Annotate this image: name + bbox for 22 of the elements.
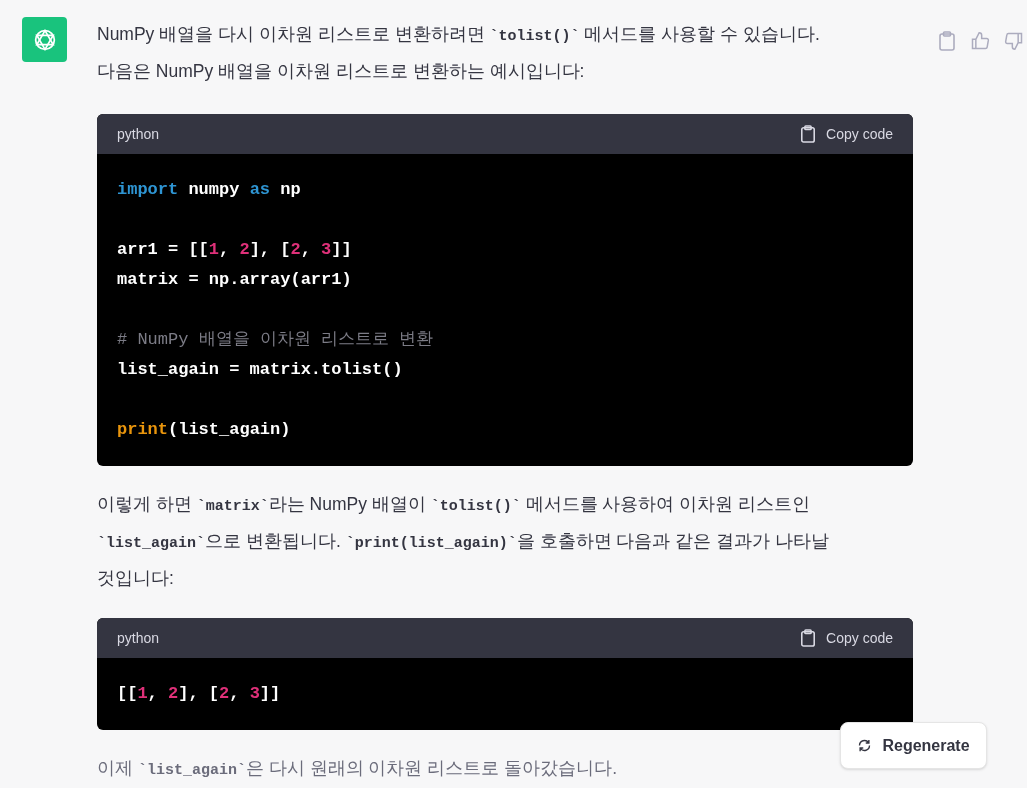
- clipboard-icon[interactable]: [938, 31, 956, 51]
- code-line: print(list_again): [117, 419, 291, 441]
- copy-code-button[interactable]: Copy code: [800, 627, 893, 649]
- code-line: matrix = np.array(arr1): [117, 269, 352, 291]
- thumbs-down-icon[interactable]: [1004, 31, 1024, 51]
- code-line: # NumPy 배열을 이차원 리스트로 변환: [117, 329, 434, 351]
- code-language: python: [117, 124, 160, 144]
- clipboard-icon: [800, 629, 817, 647]
- paragraph: NumPy 배열을 다시 이차원 리스트로 변환하려면 `tolist()` 메서드를 사용할 수 있습니다. 다음은 NumPy 배열을 이차원 리스트로 변환하는 예시입니다:: [97, 23, 821, 83]
- clipboard-icon: [800, 125, 817, 143]
- paragraph: 이제 `list_again`은 다시 원래의 이차원 리스트로 돌아갔습니다.: [97, 757, 618, 781]
- copy-code-button[interactable]: Copy code: [800, 123, 893, 145]
- paragraph: 이렇게 하면 `matrix`라는 NumPy 배열이 `tolist()` 메서드를 사용하여 이차원 리스트인 `list_again`으로 변환됩니다. `print(list_again)`을 호출하면 다음과 같은 결과가 나타날 것입니다:: [97, 493, 830, 590]
- regenerate-button[interactable]: Regenerate: [840, 722, 987, 769]
- code-line: [[1, 2], [2, 3]]: [117, 683, 281, 705]
- code-line: arr1 = [[1, 2], [2, 3]]: [117, 239, 352, 261]
- assistant-avatar-icon: [22, 17, 67, 62]
- refresh-icon: [857, 738, 873, 753]
- thumbs-up-icon[interactable]: [970, 31, 990, 51]
- code-line: list_again = matrix.tolist(): [117, 359, 403, 381]
- code-line: import numpy as np: [117, 179, 301, 201]
- code-language: python: [117, 628, 160, 648]
